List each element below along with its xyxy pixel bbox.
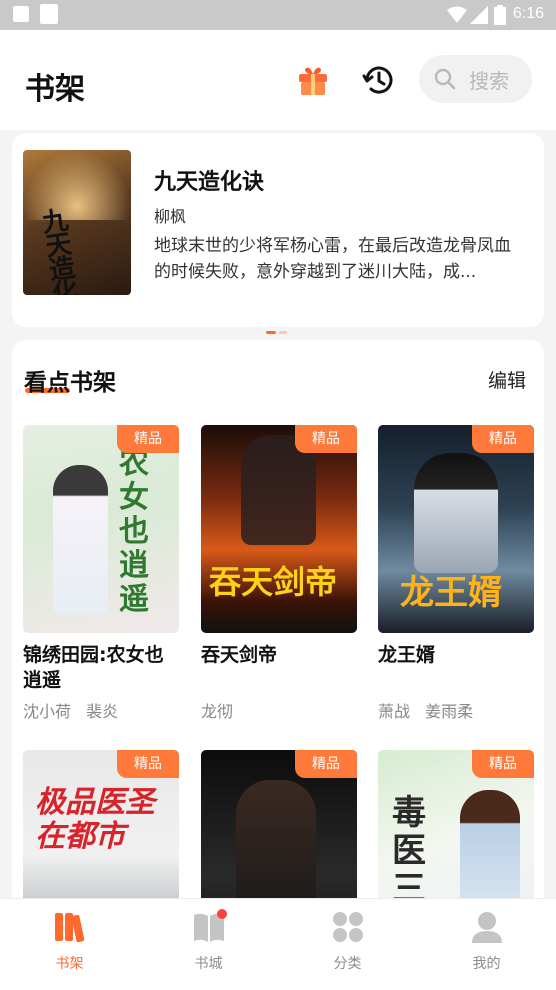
wifi-icon: [447, 6, 467, 23]
category-icon: [332, 912, 363, 942]
book-cover[interactable]: 龙王婿 精品: [378, 425, 534, 633]
notification-icon: [13, 6, 29, 22]
carousel-indicator: [266, 319, 290, 338]
premium-badge: 精品: [117, 750, 179, 778]
bookshelf-section: 看点书架 编辑 农女也逍遥 精品 锦绣田园:农女也逍遥 沈小荷 裴炎 吞天剑帝 …: [12, 340, 544, 960]
notification-dot: [216, 909, 227, 919]
carousel-dot: [279, 331, 287, 334]
book-title[interactable]: 锦绣田园:农女也逍遥: [23, 643, 179, 693]
premium-badge: 精品: [117, 425, 179, 453]
gift-icon[interactable]: [296, 63, 330, 97]
book-title[interactable]: 龙王婿: [378, 643, 534, 668]
nav-item-bookshelf[interactable]: 书架: [0, 899, 139, 990]
status-time: 6:16: [512, 5, 544, 22]
premium-badge: 精品: [295, 425, 357, 453]
premium-badge: 精品: [472, 425, 534, 453]
book-store-icon: [193, 909, 227, 942]
cover-title-text: 龙王婿: [400, 573, 502, 613]
book-title[interactable]: 吞天剑帝: [201, 643, 357, 668]
edit-button[interactable]: 编辑: [488, 366, 526, 393]
nav-label: 分类: [333, 956, 362, 972]
search-placeholder: 搜索: [469, 68, 509, 93]
search-icon: [434, 68, 456, 90]
book-cover[interactable]: 农女也逍遥 精品: [23, 425, 179, 633]
premium-badge: 精品: [295, 750, 357, 778]
book-author: 萧战 姜雨柔: [378, 702, 474, 721]
search-bar[interactable]: 搜索: [419, 55, 532, 103]
cover-title-text: 极品医圣在都市: [35, 785, 155, 854]
nav-item-bookstore[interactable]: 书城: [139, 899, 278, 990]
history-icon[interactable]: [362, 63, 396, 97]
status-bar: 6:16: [0, 0, 556, 30]
nav-label: 书城: [194, 956, 223, 972]
nav-item-category[interactable]: 分类: [278, 899, 417, 990]
banner-book-author: 柳枫: [154, 207, 187, 226]
battery-icon: [494, 5, 506, 25]
book-author: 沈小荷 裴炎: [23, 702, 119, 721]
banner-book-title[interactable]: 九天造化诀: [154, 164, 264, 196]
book-item[interactable]: 农女也逍遥 精品 锦绣田园:农女也逍遥 沈小荷 裴炎: [23, 425, 179, 721]
banner-book-cover[interactable]: 九天造化诀: [23, 150, 131, 295]
book-author: 龙彻: [201, 702, 234, 721]
book-item[interactable]: 吞天剑帝 精品 吞天剑帝 龙彻: [201, 425, 357, 721]
app-header: 书架 搜索: [0, 30, 556, 130]
notification-icon: [40, 4, 58, 24]
premium-badge: 精品: [472, 750, 534, 778]
book-cover[interactable]: 吞天剑帝 精品: [201, 425, 357, 633]
profile-icon: [471, 912, 502, 943]
book-item[interactable]: 龙王婿 精品 龙王婿 萧战 姜雨柔: [378, 425, 534, 721]
nav-label: 我的: [472, 956, 501, 972]
bottom-navigation: 书架 书城 分类 我的: [0, 898, 556, 990]
cover-title-text: 农女也逍遥: [119, 446, 149, 617]
nav-label: 书架: [55, 956, 84, 972]
section-title: 看点书架: [24, 370, 116, 396]
bookshelf-icon: [54, 913, 84, 943]
recommend-banner[interactable]: 九天造化诀 九天造化诀 柳枫 地球末世的少将军杨心雷，在最后改造龙骨凤血的时候失…: [12, 133, 544, 334]
banner-book-description: 地球末世的少将军杨心雷，在最后改造龙骨凤血的时候失败，意外穿越到了迷川大陆，成.…: [154, 236, 511, 282]
carousel-dot-active: [266, 331, 276, 334]
signal-icon: [470, 6, 488, 24]
nav-item-profile[interactable]: 我的: [417, 899, 556, 990]
page-title: 书架: [25, 72, 85, 107]
cover-title-text: 吞天剑帝: [209, 563, 338, 601]
